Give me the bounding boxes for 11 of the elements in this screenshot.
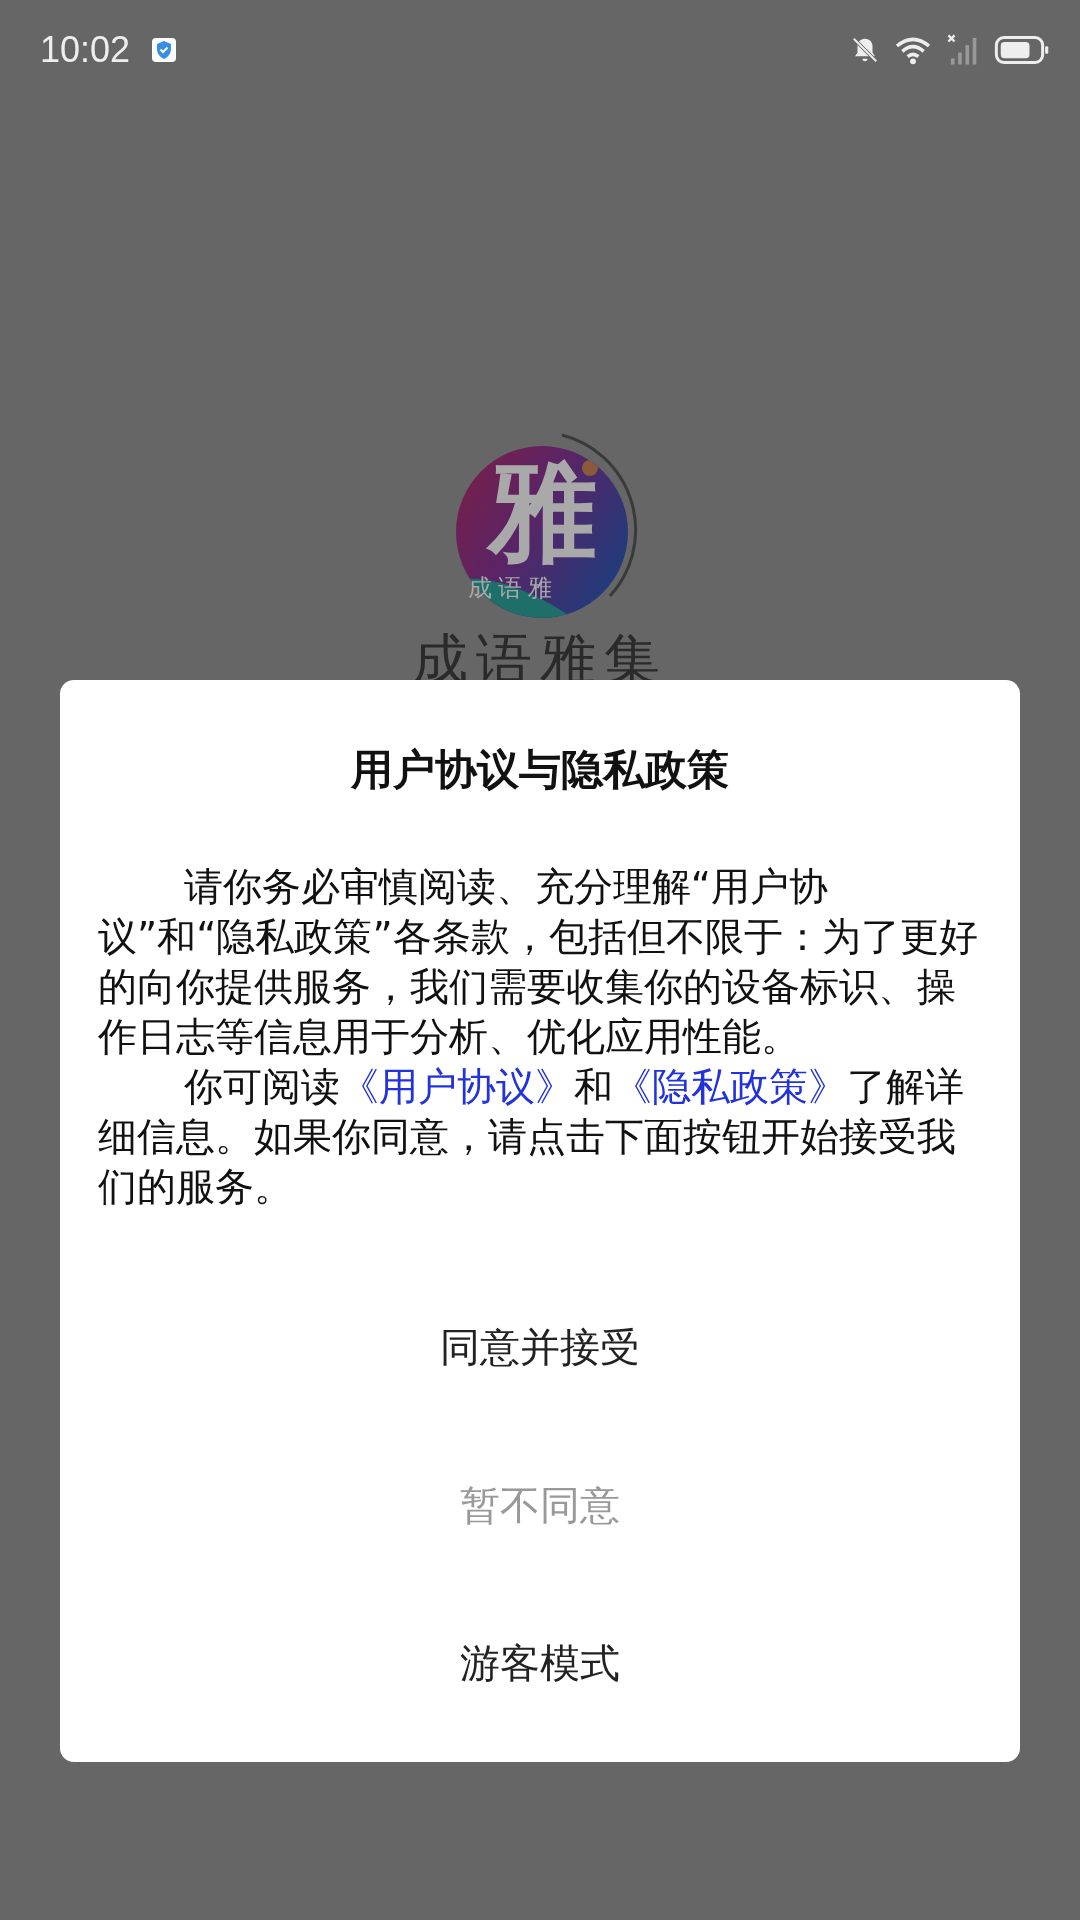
dialog-title: 用户协议与隐私政策 [349, 744, 730, 796]
battery-icon [994, 35, 1050, 65]
dialog-button[interactable]: 游客模式 [400, 1616, 680, 1710]
policy-link[interactable]: 《隐私政策》 [612, 1064, 847, 1109]
policy-link[interactable]: 《用户协议》 [339, 1064, 574, 1109]
dialog-button[interactable]: 同意并接受 [380, 1300, 700, 1394]
shield-icon [152, 38, 177, 62]
clock-time: 10:02 [40, 29, 131, 71]
muted-bell-icon [850, 35, 880, 65]
agreement-paragraph: 请你务必审慎阅读、充分理解“用户协议”和“隐私政策”各条款，包括但不限于：为了更好的向你提供服务，我们需要收集你的设备标识、操作日志等信息用于分析、优化应用性能。 [98, 863, 979, 1061]
agreement-paragraph: 你可阅读《用户协议》和《隐私政策》了解详细信息。如果你同意，请点击下面按钮开始接受我们的服务。 [98, 1063, 965, 1211]
